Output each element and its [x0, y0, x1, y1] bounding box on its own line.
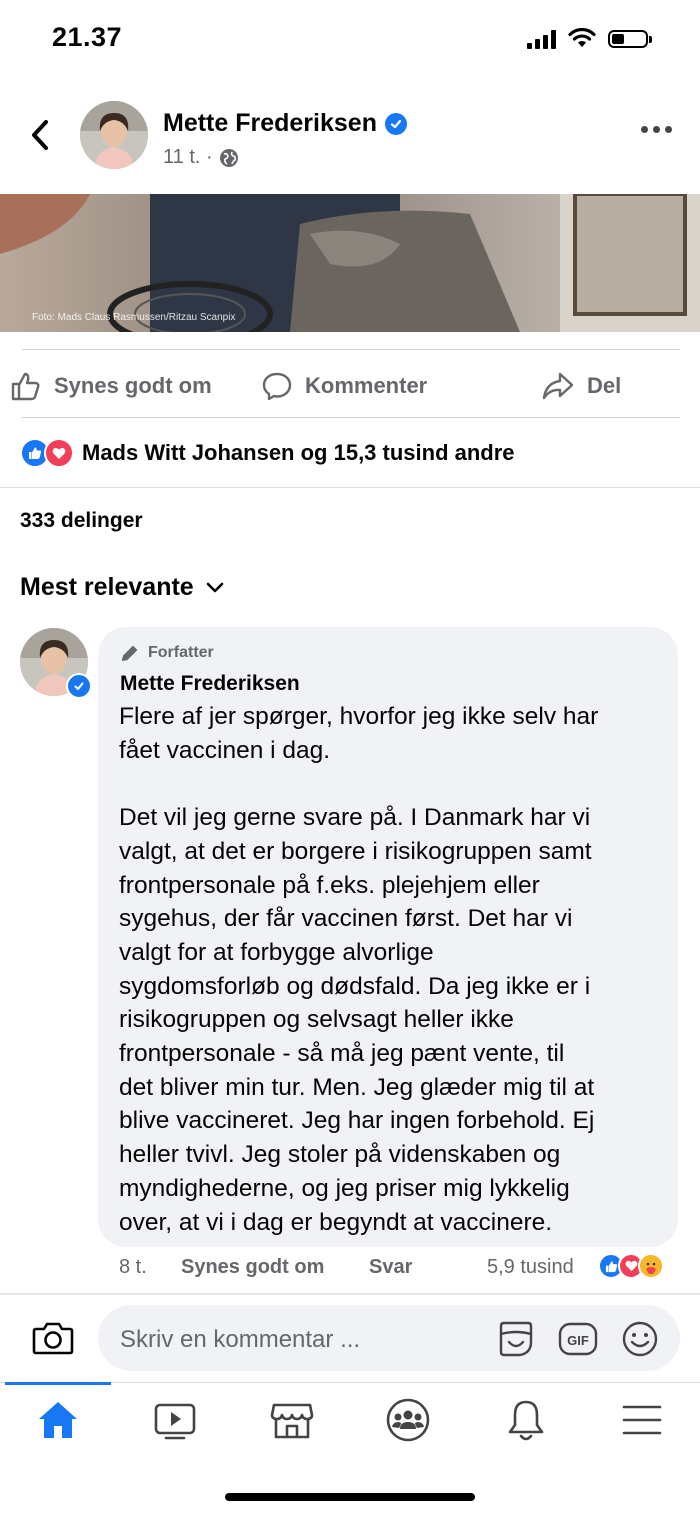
- author-avatar[interactable]: [80, 101, 148, 169]
- comment-button[interactable]: Kommenter: [261, 370, 427, 402]
- comment-like-button[interactable]: Synes godt om: [181, 1256, 324, 1279]
- comment-reaction-count[interactable]: 5,9 tusind: [487, 1256, 574, 1279]
- thumbs-up-icon: [11, 372, 40, 401]
- divider: [0, 1293, 700, 1295]
- comment-text: Flere af jer spørger, hvorfor jeg ikke s…: [119, 703, 599, 1236]
- comment-input-placeholder: Skriv en kommentar ...: [120, 1326, 361, 1353]
- home-icon[interactable]: [35, 1397, 81, 1443]
- author-name[interactable]: Mette Frederiksen: [163, 109, 377, 138]
- comment-author[interactable]: Mette Frederiksen: [120, 672, 300, 696]
- author-name-row[interactable]: Mette Frederiksen: [163, 109, 407, 138]
- post-meta: 11 t. ·: [163, 146, 239, 169]
- divider: [0, 487, 700, 488]
- marketplace-icon[interactable]: [269, 1397, 315, 1443]
- emoji-icon[interactable]: [620, 1320, 660, 1358]
- status-time: 21.37: [52, 22, 123, 52]
- gif-icon[interactable]: GIF: [558, 1320, 598, 1358]
- groups-icon[interactable]: [385, 1397, 431, 1443]
- comment-sort-dropdown[interactable]: Mest relevante: [20, 573, 224, 602]
- divider: [22, 417, 680, 418]
- photo-credit: Foto: Mads Claus Rasmussen/Ritzau Scanpi…: [32, 312, 236, 323]
- menu-icon[interactable]: [619, 1397, 665, 1443]
- battery-icon: [608, 29, 652, 48]
- sticker-icon[interactable]: [496, 1320, 536, 1358]
- comment-reply-button[interactable]: Svar: [369, 1256, 412, 1279]
- watch-icon[interactable]: [152, 1397, 198, 1443]
- share-icon: [542, 372, 574, 400]
- verified-badge-icon: [384, 112, 407, 135]
- like-button[interactable]: Synes godt om: [10, 370, 212, 402]
- active-tab-indicator: [5, 1382, 111, 1385]
- share-count[interactable]: 333 delinger: [20, 509, 143, 533]
- post-time[interactable]: 11 t. ·: [163, 146, 213, 169]
- chevron-left-icon[interactable]: [26, 118, 56, 152]
- globe-icon: [219, 148, 238, 167]
- svg-text:GIF: GIF: [567, 1333, 589, 1348]
- comment-icon: [262, 372, 292, 401]
- more-icon[interactable]: [641, 126, 672, 133]
- verified-badge-icon: [66, 673, 92, 699]
- status-icons: [527, 28, 652, 49]
- home-indicator: [225, 1493, 475, 1501]
- pencil-icon: [122, 646, 137, 661]
- care-reaction-icon: [638, 1253, 664, 1279]
- cellular-signal-icon: [527, 29, 556, 49]
- divider: [22, 349, 680, 350]
- chevron-down-icon: [206, 582, 224, 592]
- reactions-summary[interactable]: Mads Witt Johansen og 15,3 tusind andre: [20, 438, 515, 468]
- camera-icon[interactable]: [32, 1320, 74, 1356]
- comment-reactions[interactable]: [598, 1253, 664, 1279]
- notifications-icon[interactable]: [503, 1397, 549, 1443]
- share-button[interactable]: Del: [541, 370, 621, 402]
- wifi-icon: [568, 28, 596, 47]
- love-reaction-icon: [44, 438, 74, 468]
- comment-time[interactable]: 8 t.: [119, 1256, 147, 1279]
- reactions-text: Mads Witt Johansen og 15,3 tusind andre: [82, 440, 515, 465]
- author-badge: Forfatter: [120, 643, 214, 663]
